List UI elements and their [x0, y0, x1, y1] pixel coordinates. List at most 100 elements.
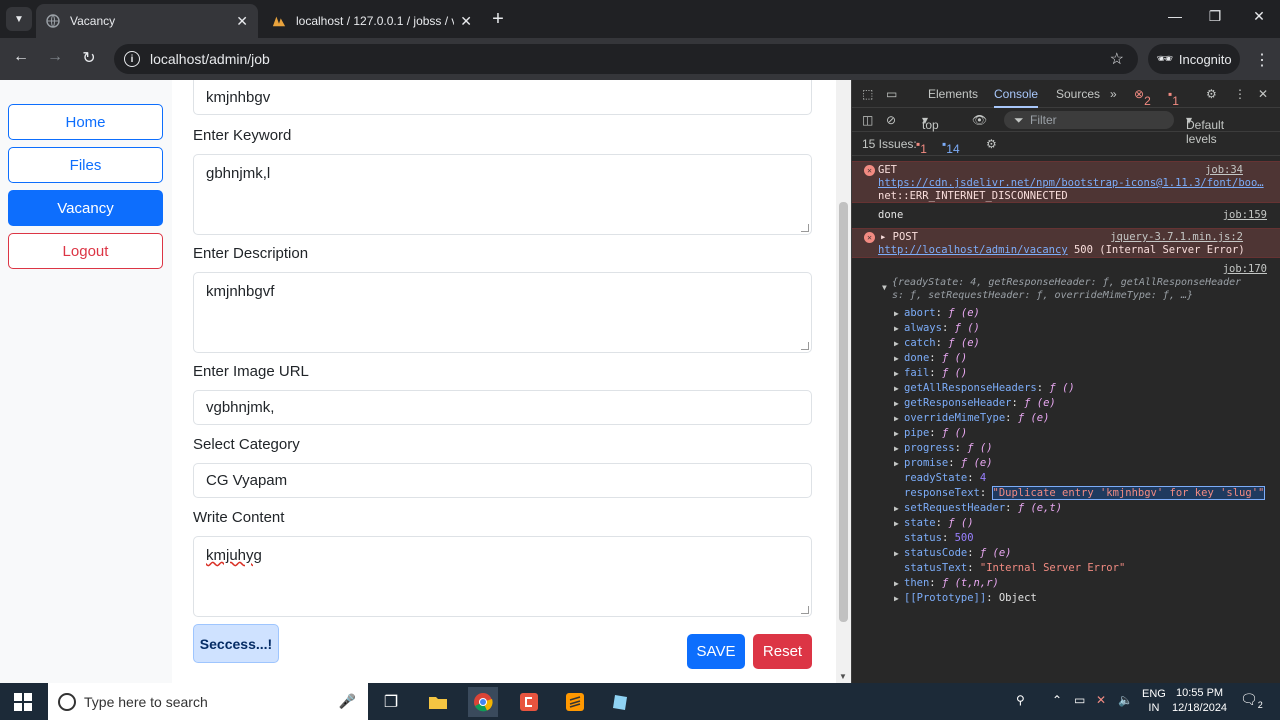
browser-menu-icon[interactable]: ⋮ — [1254, 50, 1270, 70]
object-property[interactable]: responseText: "Duplicate entry 'kmjnhbgv… — [904, 486, 1266, 500]
system-clock[interactable]: 10:55 PM 12/18/2024 — [1172, 686, 1227, 716]
sidebar-item-home[interactable]: Home — [8, 104, 163, 140]
tab-phpmyadmin[interactable]: localhost / 127.0.0.1 / jobss / va ✕ — [262, 4, 482, 38]
reset-button[interactable]: Reset — [753, 634, 812, 669]
issues-settings-icon[interactable]: ⚙ — [986, 137, 997, 151]
devtools-menu-icon[interactable]: ⋮ — [1234, 87, 1246, 101]
notification-center-icon[interactable]: 🗨2 — [1240, 691, 1263, 710]
resize-grip-icon[interactable] — [801, 342, 809, 350]
volume-icon[interactable]: 🔈 — [1118, 693, 1133, 707]
incognito-indicator[interactable]: 🕶 Incognito — [1148, 44, 1240, 74]
notepad-icon[interactable] — [606, 687, 636, 717]
expand-triangle-icon[interactable]: ▶ — [894, 339, 899, 348]
tab-elements[interactable]: Elements — [928, 87, 978, 101]
object-property[interactable]: overrideMimeType: ƒ (e) — [904, 412, 1049, 424]
object-property[interactable]: then: ƒ (t,n,r) — [904, 577, 999, 589]
expand-triangle-icon[interactable]: ▶ — [894, 459, 899, 468]
expand-triangle-icon[interactable]: ▶ — [894, 549, 899, 558]
address-bar[interactable]: i localhost/admin/job ☆ — [114, 44, 1138, 74]
people-icon[interactable]: ⚲ — [1016, 693, 1025, 707]
collapse-triangle-icon[interactable]: ▼ — [882, 283, 887, 292]
image-url-input[interactable]: vgbhnjmk, — [193, 390, 812, 425]
language-indicator[interactable]: ENG IN — [1142, 687, 1166, 715]
bookmark-star-icon[interactable]: ☆ — [1110, 49, 1124, 69]
object-property[interactable]: statusText: "Internal Server Error" — [904, 562, 1125, 574]
windows-start-icon[interactable] — [14, 693, 32, 711]
object-property[interactable]: readyState: 4 — [904, 472, 986, 484]
close-window-icon[interactable]: ✕ — [1244, 8, 1274, 25]
object-source-link[interactable]: job:170 — [1223, 263, 1267, 275]
sidebar-item-files[interactable]: Files — [8, 147, 163, 183]
title-input[interactable]: kmjnhbgv — [193, 80, 812, 115]
get-url-link[interactable]: https://cdn.jsdelivr.net/npm/bootstrap-i… — [878, 177, 1264, 189]
sublime-text-icon[interactable] — [560, 687, 590, 717]
keyword-textarea[interactable]: gbhnjmk,l — [193, 154, 812, 235]
issues-error-badge[interactable]: ▪ 1 — [916, 137, 927, 156]
close-tab-icon[interactable]: ✕ — [460, 13, 472, 30]
forward-icon[interactable]: → — [44, 48, 66, 66]
filter-input[interactable]: ⏷ Filter — [1004, 111, 1174, 129]
new-tab-icon[interactable]: + — [488, 8, 508, 31]
context-select[interactable]: top ▾ — [922, 113, 939, 132]
scroll-down-icon[interactable]: ▼ — [839, 672, 847, 681]
expand-triangle-icon[interactable]: ▶ — [894, 399, 899, 408]
expand-triangle-icon[interactable]: ▶ — [894, 369, 899, 378]
expand-triangle-icon[interactable]: ▶ — [894, 309, 899, 318]
sidebar-toggle-icon[interactable]: ◫ — [862, 113, 873, 127]
save-button[interactable]: SAVE — [687, 634, 745, 669]
object-property[interactable]: getResponseHeader: ƒ (e) — [904, 397, 1056, 409]
object-property[interactable]: state: ƒ () — [904, 517, 974, 529]
microphone-icon[interactable]: 🎤 — [339, 693, 356, 710]
tab-console[interactable]: Console — [994, 87, 1039, 108]
page-scrollbar[interactable]: ▼ — [836, 80, 851, 683]
sidebar-item-logout[interactable]: Logout — [8, 233, 163, 269]
object-property[interactable]: [[Prototype]]: Object — [904, 592, 1037, 604]
category-select[interactable]: CG Vyapam — [193, 463, 812, 498]
sidebar-item-vacancy[interactable]: Vacancy — [8, 190, 163, 226]
expand-triangle-icon[interactable]: ▶ — [894, 354, 899, 363]
task-view-icon[interactable]: ❐ — [376, 687, 406, 717]
resize-grip-icon[interactable] — [801, 224, 809, 232]
settings-gear-icon[interactable]: ⚙ — [1206, 87, 1217, 101]
file-explorer-icon[interactable] — [423, 687, 453, 717]
expand-triangle-icon[interactable]: ▶ — [894, 429, 899, 438]
object-property[interactable]: status: 500 — [904, 532, 974, 544]
issue-count-badge[interactable]: ▪ 1 — [1168, 87, 1179, 108]
network-icon[interactable]: ✕ — [1096, 693, 1106, 707]
close-tab-icon[interactable]: ✕ — [236, 13, 248, 30]
device-toolbar-icon[interactable]: ▭ — [886, 87, 897, 101]
object-property[interactable]: promise: ƒ (e) — [904, 457, 993, 469]
expand-triangle-icon[interactable]: ▶ — [894, 594, 899, 603]
expand-triangle-icon[interactable]: ▶ — [894, 579, 899, 588]
expand-triangle-icon[interactable]: ▶ — [894, 414, 899, 423]
expand-triangle-icon[interactable]: ▶ — [894, 519, 899, 528]
app-icon-red[interactable] — [514, 687, 544, 717]
object-property[interactable]: statusCode: ƒ (e) — [904, 547, 1011, 559]
error-count-badge[interactable]: ⊗ 2 — [1134, 87, 1151, 108]
tab-sources[interactable]: Sources — [1056, 87, 1100, 101]
object-property[interactable]: progress: ƒ () — [904, 442, 993, 454]
issues-label[interactable]: 15 Issues: — [862, 137, 917, 151]
site-info-icon[interactable]: i — [124, 51, 140, 67]
expand-triangle-icon[interactable]: ▶ — [894, 444, 899, 453]
done-source-link[interactable]: job:159 — [1223, 209, 1267, 221]
chevron-up-icon[interactable]: ⌃ — [1052, 693, 1062, 707]
inspect-icon[interactable]: ⬚ — [862, 87, 873, 101]
chrome-icon[interactable] — [468, 687, 498, 717]
object-property[interactable]: pipe: ƒ () — [904, 427, 967, 439]
description-textarea[interactable]: kmjnhbgvf — [193, 272, 812, 353]
object-property[interactable]: done: ƒ () — [904, 352, 967, 364]
content-textarea[interactable]: kmjuhyg — [193, 536, 812, 617]
restore-icon[interactable]: ❐ — [1200, 8, 1230, 25]
object-property[interactable]: catch: ƒ (e) — [904, 337, 980, 349]
back-icon[interactable]: ← — [10, 48, 32, 66]
tab-search-icon[interactable]: ▼ — [6, 7, 32, 31]
resize-grip-icon[interactable] — [801, 606, 809, 614]
taskbar-search[interactable]: Type here to search 🎤 — [48, 683, 368, 720]
expand-triangle-icon[interactable]: ▶ — [894, 324, 899, 333]
reload-icon[interactable]: ↻ — [78, 48, 100, 68]
object-property[interactable]: getAllResponseHeaders: ƒ () — [904, 382, 1075, 394]
expand-triangle-icon[interactable]: ▶ — [894, 504, 899, 513]
minimize-icon[interactable]: — — [1160, 8, 1190, 24]
clear-console-icon[interactable]: ⊘ — [886, 113, 896, 127]
